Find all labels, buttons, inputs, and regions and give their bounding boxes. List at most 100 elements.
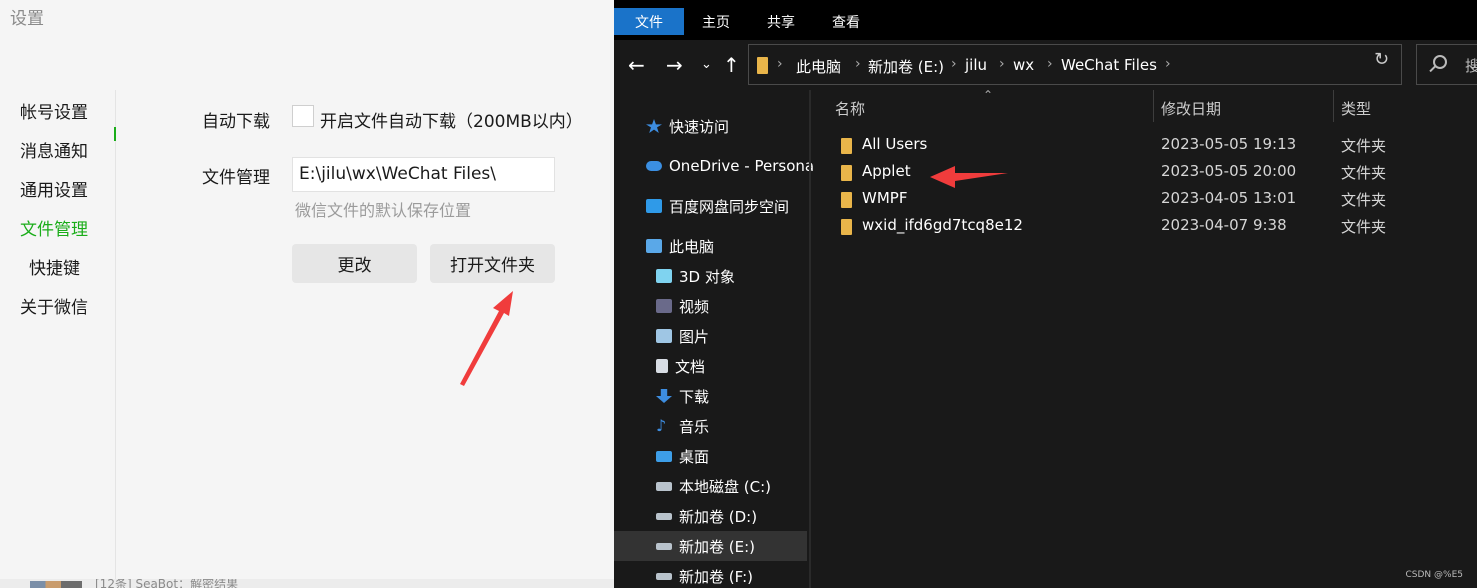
back-arrow-icon[interactable]: ← [628,53,645,77]
nav-file-management[interactable]: 文件管理 [20,215,88,240]
search-input[interactable]: 搜 [1416,44,1477,85]
open-folder-button[interactable]: 打开文件夹 [430,244,555,283]
file-name: Applet [862,162,911,180]
drive-icon [656,542,672,550]
file-row[interactable]: WMPF 2023-04-05 13:01 文件夹 [825,186,1475,213]
nav-about-wechat[interactable]: 关于微信 [20,293,88,318]
sidebar-item-label: 下载 [679,387,710,406]
sidebar-item-documents[interactable]: 文档 [656,351,705,381]
sidebar-item-pictures[interactable]: 图片 [656,321,709,351]
sidebar-item-label: 新加卷 (F:) [679,567,753,586]
chevron-right-icon: › [855,56,861,72]
auto-download-checkbox[interactable] [292,105,314,127]
forward-arrow-icon[interactable]: → [666,53,683,77]
tab-share[interactable]: 共享 [761,8,801,35]
breadcrumb-wx[interactable]: wx [1013,56,1034,74]
folder-icon [757,57,768,74]
sidebar-item-label: 视频 [679,297,710,316]
address-bar[interactable]: › 此电脑 › 新加卷 (E:) › jilu › wx › WeChat Fi… [748,44,1477,85]
folder-icon [841,219,852,235]
nav-active-indicator [114,127,116,141]
sidebar-item-drive-c[interactable]: 本地磁盘 (C:) [656,471,771,501]
nav-shortcuts[interactable]: 快捷键 [29,254,80,279]
column-header-name[interactable]: 名称 [835,98,865,119]
file-type: 文件夹 [1341,191,1387,209]
up-arrow-icon[interactable]: ↑ [723,53,740,77]
file-type: 文件夹 [1341,137,1387,155]
navigation-pane: 快速访问 OneDrive - Persona 百度网盘同步空间 此电脑 3D … [614,90,814,588]
sidebar-item-label: 此电脑 [669,237,715,256]
nav-general-settings[interactable]: 通用设置 [20,176,88,201]
auto-download-checkbox-label[interactable]: 开启文件自动下载（200MB以内） [320,107,583,132]
sidebar-item-label: 3D 对象 [679,267,735,286]
file-path-field: E:\jilu\wx\WeChat Files\ [292,157,555,192]
folder-icon [841,138,852,154]
chevron-right-icon: › [1165,56,1171,72]
file-row[interactable]: wxid_ifd6gd7tcq8e12 2023-04-07 9:38 文件夹 [825,213,1475,240]
sidebar-item-drive-d[interactable]: 新加卷 (D:) [656,501,757,531]
file-name: All Users [862,135,928,153]
chevron-right-icon: › [777,56,783,72]
breadcrumb-drive-e[interactable]: 新加卷 (E:) [868,56,944,77]
sidebar-item-music[interactable]: ♪ 音乐 [656,411,709,441]
nav-account-settings[interactable]: 帐号设置 [20,98,88,123]
sidebar-item-label: 百度网盘同步空间 [669,197,790,216]
column-header-modified[interactable]: 修改日期 [1161,98,1221,119]
sidebar-item-label: 音乐 [679,417,710,436]
sidebar-item-desktop[interactable]: 桌面 [656,441,709,471]
file-modified: 2023-04-07 9:38 [1161,216,1287,234]
breadcrumb-jilu[interactable]: jilu [965,56,987,74]
video-icon [656,299,672,313]
file-management-label: 文件管理 [202,168,270,188]
sidebar-item-baidu-netdisk[interactable]: 百度网盘同步空间 [646,191,789,221]
sidebar-item-label: OneDrive - Persona [669,157,815,175]
tab-home[interactable]: 主页 [696,8,736,35]
file-list: ⌃ 名称 修改日期 类型 All Users 2023-05-05 19:13 … [811,88,1477,588]
avatar [30,581,82,588]
watermark: CSDN @%E5 [1405,570,1464,580]
file-type: 文件夹 [1341,218,1387,236]
tab-file[interactable]: 文件 [614,8,684,35]
file-modified: 2023-04-05 13:01 [1161,189,1297,207]
file-modified: 2023-05-05 19:13 [1161,135,1297,153]
change-button[interactable]: 更改 [292,244,417,283]
sidebar-item-drive-f[interactable]: 新加卷 (F:) [656,561,753,588]
ribbon: 文件 主页 共享 查看 [614,0,1477,40]
refresh-icon[interactable]: ↻ [1374,49,1389,70]
sidebar-item-label: 文档 [675,357,706,376]
sidebar-item-label: 桌面 [679,447,710,466]
taskbar-message[interactable]: [12条] SeaBot：解密结果 [95,579,238,588]
sidebar-item-3d-objects[interactable]: 3D 对象 [656,261,735,291]
music-icon: ♪ [656,416,667,435]
breadcrumb-this-pc[interactable]: 此电脑 [796,56,841,77]
sidebar-item-label: 快速访问 [669,117,730,136]
file-row[interactable]: Applet 2023-05-05 20:00 文件夹 [825,159,1475,186]
column-divider[interactable] [1333,90,1334,122]
settings-nav: 帐号设置 消息通知 通用设置 文件管理 快捷键 关于微信 [0,90,116,580]
column-divider[interactable] [1153,90,1154,122]
sidebar-item-label: 图片 [679,327,710,346]
folder-icon [841,192,852,208]
drive-icon [656,512,672,520]
document-icon [656,359,668,373]
sidebar-item-downloads[interactable]: 下载 [656,381,709,411]
breadcrumb-wechat-files[interactable]: WeChat Files [1061,56,1157,74]
file-row[interactable]: All Users 2023-05-05 19:13 文件夹 [825,132,1475,159]
tab-view[interactable]: 查看 [826,8,866,35]
sidebar-item-onedrive[interactable]: OneDrive - Persona [646,151,814,181]
window-title: 设置 [10,9,44,29]
nav-message-notification[interactable]: 消息通知 [20,137,88,162]
sidebar-item-videos[interactable]: 视频 [656,291,709,321]
taskbar-strip: [12条] SeaBot：解密结果 [0,579,614,588]
drive-icon [656,572,672,580]
sidebar-item-quick-access[interactable]: 快速访问 [646,111,729,141]
chevron-right-icon: › [1047,56,1053,72]
recent-locations-chevron-icon[interactable]: ⌄ [701,57,712,72]
column-header-type[interactable]: 类型 [1341,98,1371,119]
cloud-icon [646,161,662,171]
sort-ascending-icon: ⌃ [983,88,994,102]
sidebar-item-drive-e[interactable]: 新加卷 (E:) [614,531,807,561]
baidu-netdisk-icon [646,199,662,213]
desktop-icon [656,450,672,462]
sidebar-item-this-pc[interactable]: 此电脑 [646,231,714,261]
